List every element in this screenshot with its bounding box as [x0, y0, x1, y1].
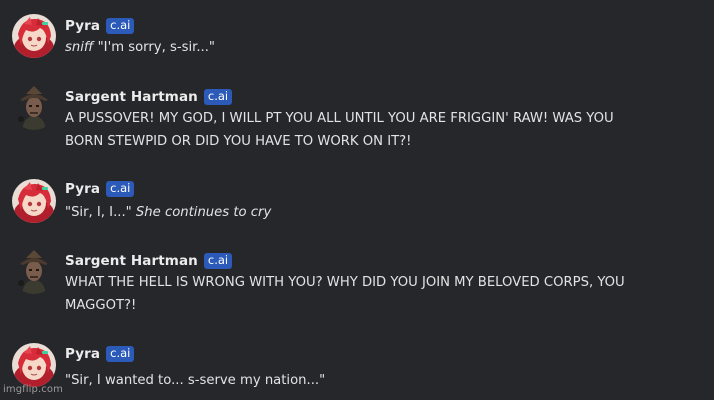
character-name[interactable]: Pyra — [65, 346, 100, 362]
message-line: A PUSSOVER! MY GOD, I WILL PT YOU ALL UN… — [65, 111, 614, 126]
cai-badge: c.ai — [106, 346, 135, 362]
dialogue-text: "Sir, I, I..." — [65, 205, 136, 220]
action-text: She continues to cry — [135, 205, 272, 220]
message-text: "Sir, I wanted to... s-serve my nation..… — [65, 369, 665, 392]
hartman-avatar-icon[interactable] — [12, 250, 56, 294]
cai-badge: c.ai — [203, 253, 233, 269]
message-header: Pyra c.ai — [65, 344, 135, 364]
message-header: Sargent Hartman c.ai — [65, 87, 233, 107]
message-header: Sargent Hartman c.ai — [65, 251, 233, 271]
message-text: A PUSSOVER! MY GOD, I WILL PT YOU ALL UN… — [65, 107, 665, 153]
message-header: Pyra c.ai — [65, 179, 135, 199]
action-text: sniff — [65, 40, 94, 55]
cai-badge: c.ai — [203, 89, 233, 105]
message-line: BORN STEWPID OR DID YOU HAVE TO WORK ON … — [65, 134, 412, 149]
imgflip-watermark: imgflip.com — [3, 384, 63, 395]
chat-log: Pyra c.ai sniff "I'm sorry, s-sir..." Sa… — [0, 0, 714, 400]
dialogue-text: "I'm sorry, s-sir..." — [93, 40, 215, 55]
message-header: Pyra c.ai — [65, 16, 135, 36]
cai-badge: c.ai — [106, 18, 135, 34]
character-name[interactable]: Pyra — [65, 18, 100, 34]
message-line: MAGGOT?! — [65, 298, 137, 313]
pyra-avatar-icon[interactable] — [12, 343, 56, 387]
message-line: WHAT THE HELL IS WRONG WITH YOU? WHY DID… — [65, 275, 625, 290]
cai-badge: c.ai — [106, 181, 135, 197]
character-name[interactable]: Pyra — [65, 181, 100, 197]
hartman-avatar-icon[interactable] — [12, 86, 56, 130]
pyra-avatar-icon[interactable] — [12, 14, 56, 58]
message-text: WHAT THE HELL IS WRONG WITH YOU? WHY DID… — [65, 271, 665, 317]
character-name[interactable]: Sargent Hartman — [65, 89, 198, 105]
message-text: sniff "I'm sorry, s-sir..." — [65, 36, 665, 59]
character-name[interactable]: Sargent Hartman — [65, 253, 198, 269]
pyra-avatar-icon[interactable] — [12, 179, 56, 223]
message-text: "Sir, I, I..." She continues to cry — [65, 201, 665, 224]
dialogue-text: "Sir, I wanted to... s-serve my nation..… — [65, 373, 326, 388]
